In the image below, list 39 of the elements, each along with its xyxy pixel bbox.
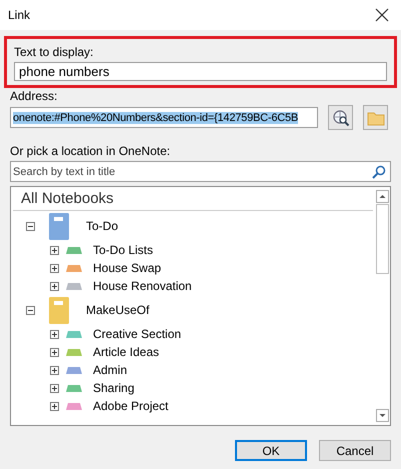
section-name[interactable]: To-Do Lists	[93, 243, 154, 257]
dialog-button[interactable]: OK	[235, 440, 307, 461]
section-name[interactable]: Adobe Project	[93, 399, 168, 413]
scroll-up-icon[interactable]	[376, 190, 389, 203]
tree-heading: All Notebooks	[13, 187, 373, 211]
dialog-button[interactable]: Cancel	[319, 440, 391, 461]
address-input[interactable]: onenote:#Phone%20Numbers&section-id={142759BC-6C5B	[10, 107, 318, 128]
window-title: Link	[8, 8, 30, 22]
field-label: Text to display:	[14, 45, 94, 59]
collapse-toggle-icon[interactable]	[26, 222, 35, 230]
expand-toggle-icon[interactable]	[50, 330, 59, 338]
section-label: Or pick a location in OneNote:	[10, 144, 170, 158]
browse-web-button[interactable]	[328, 105, 353, 130]
expand-toggle-icon[interactable]	[50, 402, 59, 410]
collapse-toggle-icon[interactable]	[26, 306, 35, 314]
scroll-down-icon[interactable]	[376, 409, 389, 422]
notebook-name[interactable]: To-Do	[86, 219, 118, 233]
expand-toggle-icon[interactable]	[50, 384, 59, 392]
expand-toggle-icon[interactable]	[50, 246, 59, 254]
notebook-name[interactable]: MakeUseOf	[86, 303, 150, 317]
section-name[interactable]: Creative Section	[93, 327, 182, 341]
section-name[interactable]: House Swap	[93, 261, 162, 275]
expand-toggle-icon[interactable]	[50, 264, 59, 272]
search-icon[interactable]	[372, 165, 386, 179]
section-name[interactable]: Sharing	[93, 381, 134, 395]
field-label: Address:	[10, 89, 58, 103]
search-field[interactable]: Search by text in title	[10, 161, 391, 182]
expand-toggle-icon[interactable]	[50, 348, 59, 356]
expand-toggle-icon[interactable]	[50, 366, 59, 374]
folder-icon	[366, 110, 384, 126]
scrollbar-thumb[interactable]	[376, 204, 389, 274]
expand-toggle-icon[interactable]	[50, 282, 59, 290]
text-input[interactable]: phone numbers	[14, 62, 387, 81]
close-icon[interactable]	[375, 8, 389, 22]
globe-search-icon	[332, 108, 350, 126]
scrollbar[interactable]	[375, 187, 390, 425]
section-name[interactable]: Admin	[93, 363, 128, 377]
section-name[interactable]: Article Ideas	[93, 345, 160, 359]
section-name[interactable]: House Renovation	[93, 279, 192, 293]
